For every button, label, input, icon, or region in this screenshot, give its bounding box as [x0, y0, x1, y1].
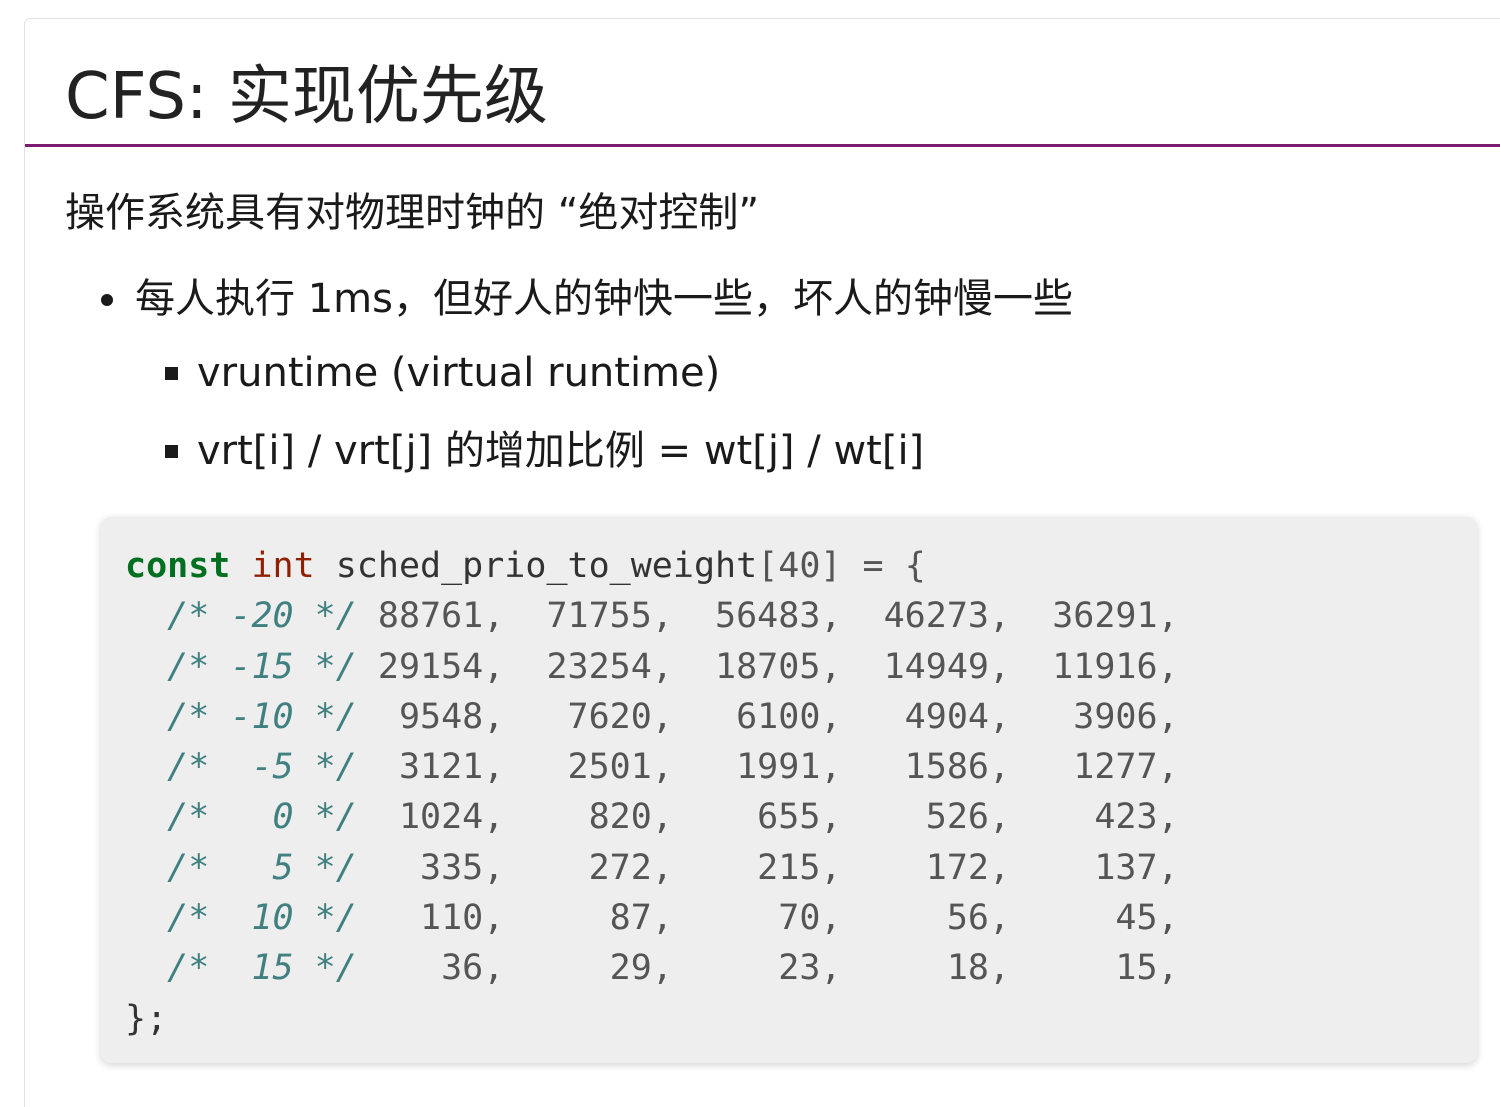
code-block: const int sched_prio_to_weight[40] = { /… — [101, 517, 1477, 1063]
code-close-assign: ] = { — [820, 546, 926, 586]
code-values: 9548, 7620, 6100, 4904, 3906, — [377, 696, 1179, 737]
bullet-square-icon — [165, 367, 178, 380]
bullet-dot-icon — [101, 294, 113, 306]
code-comment: /* -20 */ — [167, 596, 357, 637]
code-values: 1024, 820, 655, 526, 423, — [377, 797, 1179, 838]
code-row: /* -5 */ 3121, 2501, 1991, 1586, 1277, — [125, 747, 1179, 788]
slide: CFS: 实现优先级 操作系统具有对物理时钟的 “绝对控制” 每人执行 1ms，… — [24, 18, 1500, 1107]
intro-text: 操作系统具有对物理时钟的 “绝对控制” — [65, 190, 760, 236]
code-values: 29154, 23254, 18705, 14949, 11916, — [377, 646, 1179, 687]
sub-bullet-text: vrt[i] / vrt[j] 的增加比例 = wt[j] / wt[i] — [197, 428, 925, 474]
sub-bullet-item: vruntime (virtual runtime) — [161, 347, 1073, 399]
code-array-size: 40 — [778, 546, 821, 586]
code-comment: /* 15 */ — [167, 948, 357, 989]
code-comment: /* 0 */ — [167, 797, 357, 838]
code-comment: /* 5 */ — [167, 847, 357, 888]
sub-bullet-item: vrt[i] / vrt[j] 的增加比例 = wt[j] / wt[i] — [161, 425, 1073, 477]
code-identifier: sched_prio_to_weight — [314, 546, 758, 586]
code-open-bracket: [ — [757, 546, 779, 586]
bullet-list: 每人执行 1ms，但好人的钟快一些，坏人的钟慢一些 vruntime (virt… — [97, 273, 1073, 503]
code-values: 335, 272, 215, 172, 137, — [377, 847, 1179, 888]
code-closing: }; — [125, 998, 168, 1039]
code-row: /* 15 */ 36, 29, 23, 18, 15, — [125, 948, 1179, 989]
code-values: 110, 87, 70, 56, 45, — [377, 898, 1179, 939]
sub-bullet-text: vruntime (virtual runtime) — [197, 350, 721, 396]
code-row: /* 10 */ 110, 87, 70, 56, 45, — [125, 898, 1179, 939]
bullet-square-icon — [165, 445, 178, 458]
bullet-text: 每人执行 1ms，但好人的钟快一些，坏人的钟慢一些 — [135, 276, 1073, 322]
title-divider — [25, 144, 1500, 147]
code-values: 36, 29, 23, 18, 15, — [377, 948, 1179, 989]
code-keyword-int: int — [251, 546, 315, 586]
code-keyword-const: const — [125, 546, 231, 586]
code-line-decl: const int sched_prio_to_weight[40] = { — [125, 546, 926, 586]
code-values: 3121, 2501, 1991, 1586, 1277, — [377, 747, 1179, 788]
code-row: /* -15 */ 29154, 23254, 18705, 14949, 11… — [125, 646, 1179, 687]
code-comment: /* 10 */ — [167, 898, 357, 939]
bullet-item: 每人执行 1ms，但好人的钟快一些，坏人的钟慢一些 vruntime (virt… — [97, 273, 1073, 477]
code-comment: /* -10 */ — [167, 696, 357, 737]
code-content: const int sched_prio_to_weight[40] = { /… — [125, 541, 1477, 1044]
code-row: /* -10 */ 9548, 7620, 6100, 4904, 3906, — [125, 696, 1179, 737]
sub-bullet-list: vruntime (virtual runtime) vrt[i] / vrt[… — [161, 347, 1073, 477]
code-comment: /* -5 */ — [167, 747, 357, 788]
code-comment: /* -15 */ — [167, 646, 357, 687]
code-values: 88761, 71755, 56483, 46273, 36291, — [377, 596, 1179, 637]
slide-title: CFS: 实现优先级 — [65, 60, 548, 134]
code-row: /* 5 */ 335, 272, 215, 172, 137, — [125, 847, 1179, 888]
code-row: /* -20 */ 88761, 71755, 56483, 46273, 36… — [125, 596, 1179, 637]
code-row: /* 0 */ 1024, 820, 655, 526, 423, — [125, 797, 1179, 838]
